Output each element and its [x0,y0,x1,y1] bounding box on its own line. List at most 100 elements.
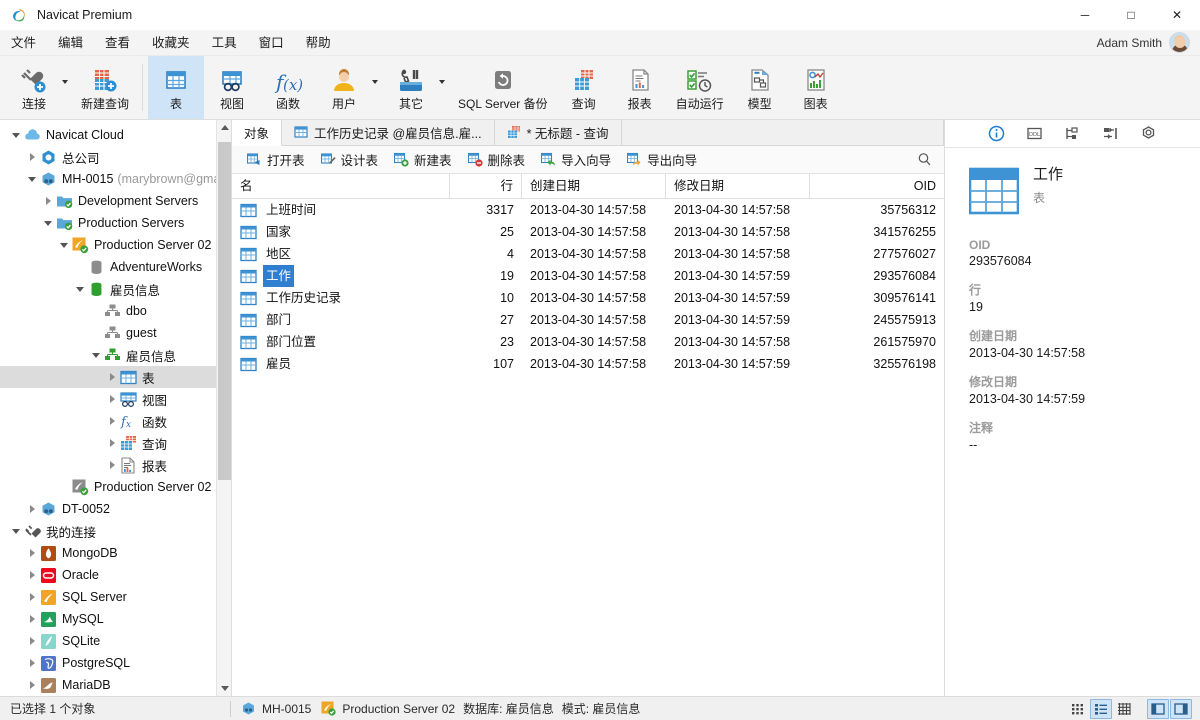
open-table-button[interactable]: 打开表 [240,147,312,172]
toolbar-query-button[interactable]: 查询 [556,56,612,119]
toolbar-report-button[interactable]: 报表 [612,56,668,119]
detail-view-button[interactable] [1113,699,1135,719]
table-row[interactable]: 工作192013-04-30 14:57:582013-04-30 14:57:… [232,265,944,287]
toolbar-user-button[interactable]: 用户 [316,56,372,119]
table-row[interactable]: 上班时间33172013-04-30 14:57:582013-04-30 14… [232,199,944,221]
chevron-right-icon[interactable] [24,677,40,693]
sidebar-scrollbar[interactable] [216,120,231,696]
toolbar-model-button[interactable]: 模型 [732,56,788,119]
right-pane-button[interactable] [1170,699,1192,719]
toolbar-connection-button[interactable]: 连接 [6,56,62,119]
cell-name[interactable]: 工作历史记录 [232,287,450,309]
structure-icon[interactable] [1101,124,1121,144]
toolbar-backup-button[interactable]: SQL Server 备份 [450,56,556,119]
cell-name[interactable]: 地区 [232,243,450,265]
user-dropdown-caret[interactable] [372,56,383,119]
chevron-right-icon[interactable] [24,545,40,561]
menu-file[interactable]: 文件 [0,30,47,56]
menu-help[interactable]: 帮助 [295,30,342,56]
tree-item-5[interactable]: Production Server 02 [0,234,231,256]
chevron-down-icon[interactable] [8,127,24,143]
tree-item-6[interactable]: AdventureWorks [0,256,231,278]
menu-tools[interactable]: 工具 [201,30,248,56]
search-button[interactable] [917,152,944,167]
cell-name[interactable]: 雇员 [232,353,450,375]
chevron-right-icon[interactable] [24,633,40,649]
ddl-icon[interactable]: DDL [1025,124,1045,144]
table-row[interactable]: 地区42013-04-30 14:57:582013-04-30 14:57:5… [232,243,944,265]
chevron-right-icon[interactable] [104,369,120,385]
delete-table-button[interactable]: 删除表 [461,147,533,172]
cell-name[interactable]: 上班时间 [232,199,450,221]
table-row[interactable]: 雇员1072013-04-30 14:57:582013-04-30 14:57… [232,353,944,375]
tree-item-9[interactable]: guest [0,322,231,344]
chevron-right-icon[interactable] [24,501,40,517]
tree-item-16[interactable]: Production Server 02 [0,476,231,498]
settings-icon[interactable] [1139,124,1159,144]
tree-item-15[interactable]: 报表 [0,454,231,476]
chevron-right-icon[interactable] [40,193,56,209]
tree-item-10[interactable]: 雇员信息 [0,344,231,366]
column-header-oid[interactable]: OID [810,174,944,199]
chevron-right-icon[interactable] [104,435,120,451]
tree-item-14[interactable]: 查询 [0,432,231,454]
close-button[interactable]: ✕ [1154,0,1200,30]
toolbar-new-query-button[interactable]: 新建查询 [73,56,137,119]
chevron-right-icon[interactable] [24,589,40,605]
scroll-down-button[interactable] [217,681,232,696]
chevron-down-icon[interactable] [72,281,88,297]
scrollbar-thumb[interactable] [218,142,231,480]
chevron-right-icon[interactable] [24,567,40,583]
user-account[interactable]: Adam Smith [1097,32,1200,53]
tab-work-history[interactable]: 工作历史记录 @雇员信息.雇... [282,119,495,145]
maximize-button[interactable]: □ [1108,0,1154,30]
toolbar-table-button[interactable]: 表 [148,56,204,119]
table-row[interactable]: 部门272013-04-30 14:57:582013-04-30 14:57:… [232,309,944,331]
tree-item-23[interactable]: SQLite [0,630,231,652]
design-table-button[interactable]: 设计表 [314,147,386,172]
column-header-created[interactable]: 创建日期 [522,174,666,199]
import-wizard-button[interactable]: 导入向导 [534,147,618,172]
chevron-down-icon[interactable] [8,523,24,539]
chevron-right-icon[interactable] [104,413,120,429]
table-row[interactable]: 国家252013-04-30 14:57:582013-04-30 14:57:… [232,221,944,243]
chevron-right-icon[interactable] [104,457,120,473]
chevron-right-icon[interactable] [24,149,40,165]
chevron-right-icon[interactable] [104,391,120,407]
tab-untitled-query[interactable]: * 无标题 - 查询 [495,119,622,145]
cell-name[interactable]: 部门位置 [232,331,450,353]
menu-view[interactable]: 查看 [94,30,141,56]
tree-item-19[interactable]: MongoDB [0,542,231,564]
minimize-button[interactable]: ─ [1062,0,1108,30]
chevron-down-icon[interactable] [88,347,104,363]
tree-item-3[interactable]: Development Servers [0,190,231,212]
list-view-button[interactable] [1090,699,1112,719]
chevron-down-icon[interactable] [24,171,40,187]
table-row[interactable]: 工作历史记录102013-04-30 14:57:582013-04-30 14… [232,287,944,309]
menu-edit[interactable]: 编辑 [47,30,94,56]
tree-item-2[interactable]: MH-0015(marybrown@gmai [0,168,231,190]
left-pane-button[interactable] [1147,699,1169,719]
column-header-modified[interactable]: 修改日期 [666,174,810,199]
toolbar-view-button[interactable]: 视图 [204,56,260,119]
cell-name[interactable]: 工作 [232,265,450,287]
new-table-button[interactable]: 新建表 [387,147,459,172]
chevron-down-icon[interactable] [40,215,56,231]
table-row[interactable]: 部门位置232013-04-30 14:57:582013-04-30 14:5… [232,331,944,353]
column-header-rows[interactable]: 行 [450,174,522,199]
tree-item-25[interactable]: MariaDB [0,674,231,696]
tree-item-22[interactable]: MySQL [0,608,231,630]
relations-icon[interactable] [1063,124,1083,144]
cell-name[interactable]: 国家 [232,221,450,243]
tree-item-12[interactable]: 视图 [0,388,231,410]
column-header-name[interactable]: 名 [232,174,450,199]
tree-item-1[interactable]: 总公司 [0,146,231,168]
grid-view-button[interactable] [1067,699,1089,719]
tab-objects[interactable]: 对象 [232,120,282,146]
chevron-right-icon[interactable] [24,655,40,671]
export-wizard-button[interactable]: 导出向导 [620,147,704,172]
menu-favorites[interactable]: 收藏夹 [141,30,201,56]
tree-item-13[interactable]: fx函数 [0,410,231,432]
other-dropdown-caret[interactable] [439,56,450,119]
tree-item-20[interactable]: Oracle [0,564,231,586]
